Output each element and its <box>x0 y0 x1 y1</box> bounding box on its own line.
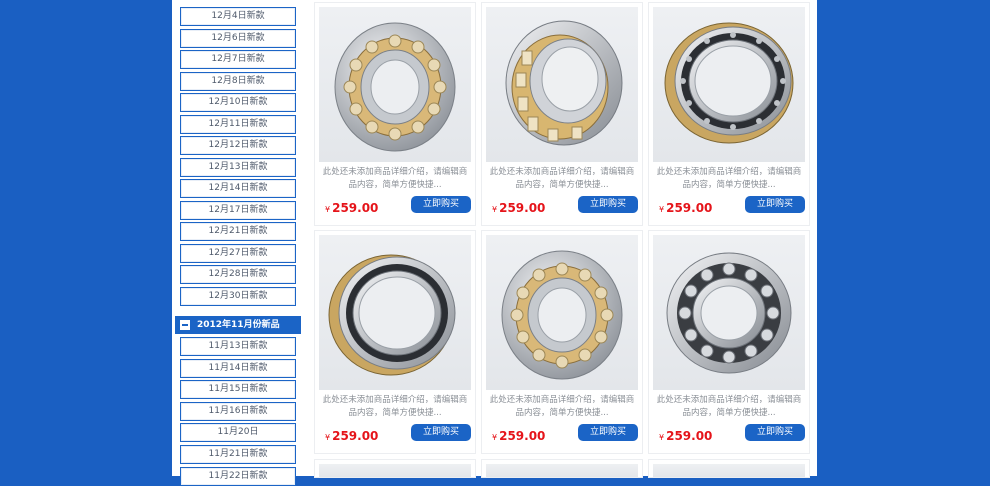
sidebar-item-dec-14[interactable]: 12月14日新款 <box>180 179 296 198</box>
buy-now-button[interactable]: 立即购买 <box>745 196 805 213</box>
sidebar-item-dec-27[interactable]: 12月27日新款 <box>180 244 296 263</box>
sidebar-item-dec-28[interactable]: 12月28日新款 <box>180 265 296 284</box>
buy-now-button[interactable]: 立即购买 <box>411 424 471 441</box>
product-image[interactable] <box>319 7 471 162</box>
sidebar-group-title: 2012年11月份新品 <box>197 320 280 330</box>
product-price: ¥259.00 <box>325 201 379 215</box>
sidebar-item-nov-14[interactable]: 11月14日新款 <box>180 359 296 378</box>
product-card[interactable]: 此处还未添加商品详细介绍，请编辑商品内容，简单方便快捷... ¥259.00 立… <box>314 230 476 454</box>
buy-now-button[interactable]: 立即购买 <box>578 424 638 441</box>
buy-now-button[interactable]: 立即购买 <box>745 424 805 441</box>
product-price: ¥259.00 <box>659 429 713 443</box>
sidebar-item-dec-6[interactable]: 12月6日新款 <box>180 29 296 48</box>
product-image[interactable] <box>486 7 638 162</box>
buy-now-button[interactable]: 立即购买 <box>578 196 638 213</box>
sidebar-item-dec-4[interactable]: 12月4日新款 <box>180 7 296 26</box>
product-image[interactable] <box>319 464 471 477</box>
product-image[interactable] <box>486 235 638 390</box>
product-description: 此处还未添加商品详细介绍，请编辑商品内容，简单方便快捷... <box>322 167 468 190</box>
sidebar-item-nov-20[interactable]: 11月20日 <box>180 423 296 442</box>
sidebar-item-nov-15[interactable]: 11月15日新款 <box>180 380 296 399</box>
category-sidebar: 12月4日新款 12月6日新款 12月7日新款 12月8日新款 12月10日新款… <box>172 0 306 486</box>
product-card[interactable]: 此处还未添加商品详细介绍，请编辑商品内容，简单方便快捷... ¥259.00 立… <box>314 2 476 226</box>
sidebar-item-nov-13[interactable]: 11月13日新款 <box>180 337 296 356</box>
buy-now-button[interactable]: 立即购买 <box>411 196 471 213</box>
sidebar-item-dec-12[interactable]: 12月12日新款 <box>180 136 296 155</box>
sidebar-item-nov-22[interactable]: 11月22日新款 <box>180 467 296 486</box>
sidebar-item-dec-21[interactable]: 12月21日新款 <box>180 222 296 241</box>
product-image[interactable] <box>653 7 805 162</box>
product-card[interactable]: 此处还未添加商品详细介绍，请编辑商品内容，简单方便快捷... ¥259.00 立… <box>648 2 810 226</box>
sidebar-item-nov-16[interactable]: 11月16日新款 <box>180 402 296 421</box>
product-price: ¥259.00 <box>659 201 713 215</box>
product-card-partial[interactable] <box>481 459 643 478</box>
product-image[interactable] <box>486 464 638 477</box>
product-grid: 此处还未添加商品详细介绍，请编辑商品内容，简单方便快捷... ¥259.00 立… <box>310 0 810 478</box>
product-price: ¥259.00 <box>325 429 379 443</box>
sidebar-item-dec-17[interactable]: 12月17日新款 <box>180 201 296 220</box>
product-price: ¥259.00 <box>492 429 546 443</box>
product-price: ¥259.00 <box>492 201 546 215</box>
collapse-icon[interactable] <box>180 320 190 330</box>
product-description: 此处还未添加商品详细介绍，请编辑商品内容，简单方便快捷... <box>489 167 635 190</box>
sidebar-item-dec-13[interactable]: 12月13日新款 <box>180 158 296 177</box>
sidebar-item-dec-7[interactable]: 12月7日新款 <box>180 50 296 69</box>
sidebar-item-dec-11[interactable]: 12月11日新款 <box>180 115 296 134</box>
product-card[interactable]: 此处还未添加商品详细介绍，请编辑商品内容，简单方便快捷... ¥259.00 立… <box>481 230 643 454</box>
product-description: 此处还未添加商品详细介绍，请编辑商品内容，简单方便快捷... <box>656 167 802 190</box>
product-card-partial[interactable] <box>648 459 810 478</box>
sidebar-item-dec-10[interactable]: 12月10日新款 <box>180 93 296 112</box>
product-image[interactable] <box>319 235 471 390</box>
sidebar-item-dec-30[interactable]: 12月30日新款 <box>180 287 296 306</box>
product-card[interactable]: 此处还未添加商品详细介绍，请编辑商品内容，简单方便快捷... ¥259.00 立… <box>648 230 810 454</box>
product-image[interactable] <box>653 235 805 390</box>
product-description: 此处还未添加商品详细介绍，请编辑商品内容，简单方便快捷... <box>489 395 635 418</box>
sidebar-item-dec-8[interactable]: 12月8日新款 <box>180 72 296 91</box>
product-card[interactable]: 此处还未添加商品详细介绍，请编辑商品内容，简单方便快捷... ¥259.00 立… <box>481 2 643 226</box>
product-image[interactable] <box>653 464 805 477</box>
product-card-partial[interactable] <box>314 459 476 478</box>
product-description: 此处还未添加商品详细介绍，请编辑商品内容，简单方便快捷... <box>656 395 802 418</box>
product-description: 此处还未添加商品详细介绍，请编辑商品内容，简单方便快捷... <box>322 395 468 418</box>
sidebar-group-nov-2012[interactable]: 2012年11月份新品 <box>175 316 301 334</box>
sidebar-item-nov-21[interactable]: 11月21日新款 <box>180 445 296 464</box>
